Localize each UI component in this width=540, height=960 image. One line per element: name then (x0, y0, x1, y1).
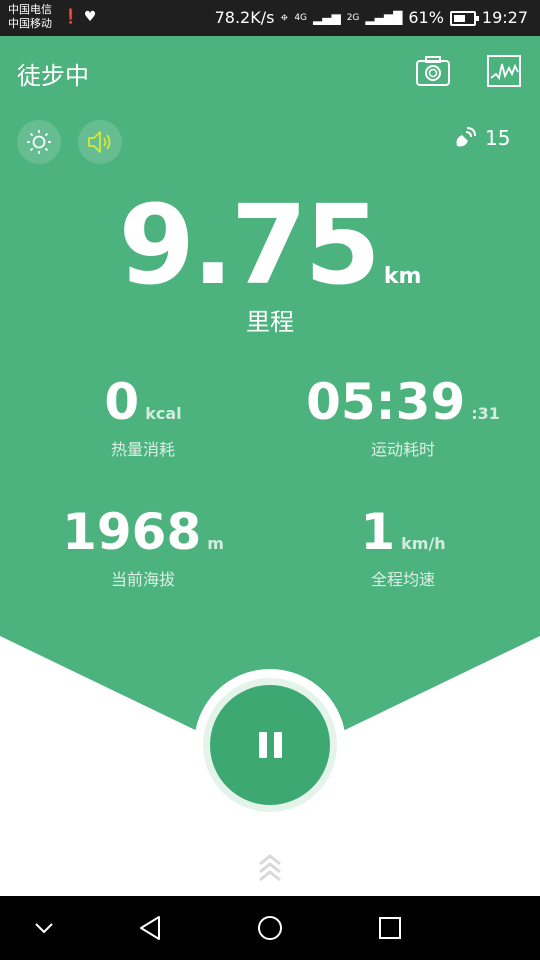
distance-display: 9.75 km (0, 190, 540, 300)
speed-unit: km/h (401, 534, 446, 553)
screen-light-button[interactable] (17, 120, 61, 164)
back-button[interactable] (130, 910, 170, 946)
network-type-1: 4G (294, 13, 308, 23)
duration-stat: 05:39 :31 运动耗时 (268, 374, 538, 460)
calories-value: 0 (104, 373, 140, 431)
battery-percent: 61% (408, 8, 444, 27)
hide-nav-button[interactable] (24, 910, 64, 946)
altitude-label: 当前海拔 (110, 570, 175, 589)
altitude-unit: m (207, 534, 224, 553)
home-button[interactable] (250, 910, 290, 946)
recent-apps-button[interactable] (370, 910, 410, 946)
battery-icon (449, 10, 479, 26)
speaker-icon (88, 131, 111, 153)
network-type-2: 2G (346, 13, 360, 23)
speed-label: 全程均速 (370, 570, 435, 589)
distance-unit: km (383, 264, 422, 289)
altitude-chart-button[interactable] (486, 54, 522, 88)
carrier-names: 中国电信 中国移动 (8, 3, 52, 31)
duration-value: 05:39 (306, 373, 466, 431)
back-triangle-icon (140, 916, 160, 940)
net-speed: 78.2K/s (214, 8, 275, 27)
location-icon: ⌖ (280, 10, 289, 26)
altitude-stat: 1968 m 当前海拔 (8, 504, 278, 590)
calories-unit: kcal (145, 404, 182, 423)
speed-stat: 1 km/h 全程均速 (268, 504, 538, 590)
page-title: 徒步中 (17, 62, 89, 90)
home-circle-icon (258, 916, 282, 940)
voice-broadcast-button[interactable] (78, 120, 122, 164)
status-bar: 中国电信 中国移动 ❗ ♥ 78.2K/s ⌖ 4G ▂▄▆ 2G ▂▄▆█ 6… (0, 0, 540, 36)
carrier-2: 中国移动 (8, 17, 52, 30)
health-icon: ♥ (83, 9, 97, 25)
signal-icon-2: ▂▄▆█ (365, 11, 403, 25)
camera-button[interactable] (415, 54, 451, 88)
double-chevron-up-icon (259, 854, 281, 882)
carrier-1: 中国电信 (8, 3, 52, 16)
notification-icons: ❗ ♥ (62, 9, 96, 25)
sun-icon (27, 130, 51, 154)
calories-label: 热量消耗 (110, 440, 175, 459)
pause-icon (258, 732, 282, 758)
duration-label: 运动耗时 (370, 440, 435, 459)
gps-satellite-count: 15 (485, 126, 511, 150)
distance-label: 里程 (246, 308, 294, 336)
recent-square-icon (379, 917, 401, 939)
alert-icon: ❗ (62, 9, 80, 25)
distance-value: 9.75 (118, 181, 381, 309)
speed-value: 1 (360, 503, 396, 561)
calories-stat: 0 kcal 热量消耗 (8, 374, 278, 460)
altitude-chart-icon (487, 55, 521, 87)
gps-signal: 15 (453, 126, 510, 150)
altitude-value: 1968 (62, 503, 202, 561)
duration-seconds: :31 (471, 404, 500, 423)
pause-button[interactable] (210, 685, 330, 805)
camera-icon (416, 56, 450, 86)
chevron-down-icon (35, 923, 53, 934)
navigation-bar (0, 896, 540, 960)
signal-icon-1: ▂▄▆ (313, 11, 341, 25)
expand-details-button[interactable] (255, 850, 285, 882)
clock: 19:27 (481, 8, 528, 27)
satellite-signal-icon (456, 127, 476, 147)
status-right: 78.2K/s ⌖ 4G ▂▄▆ 2G ▂▄▆█ 61% 19:27 (215, 8, 528, 28)
